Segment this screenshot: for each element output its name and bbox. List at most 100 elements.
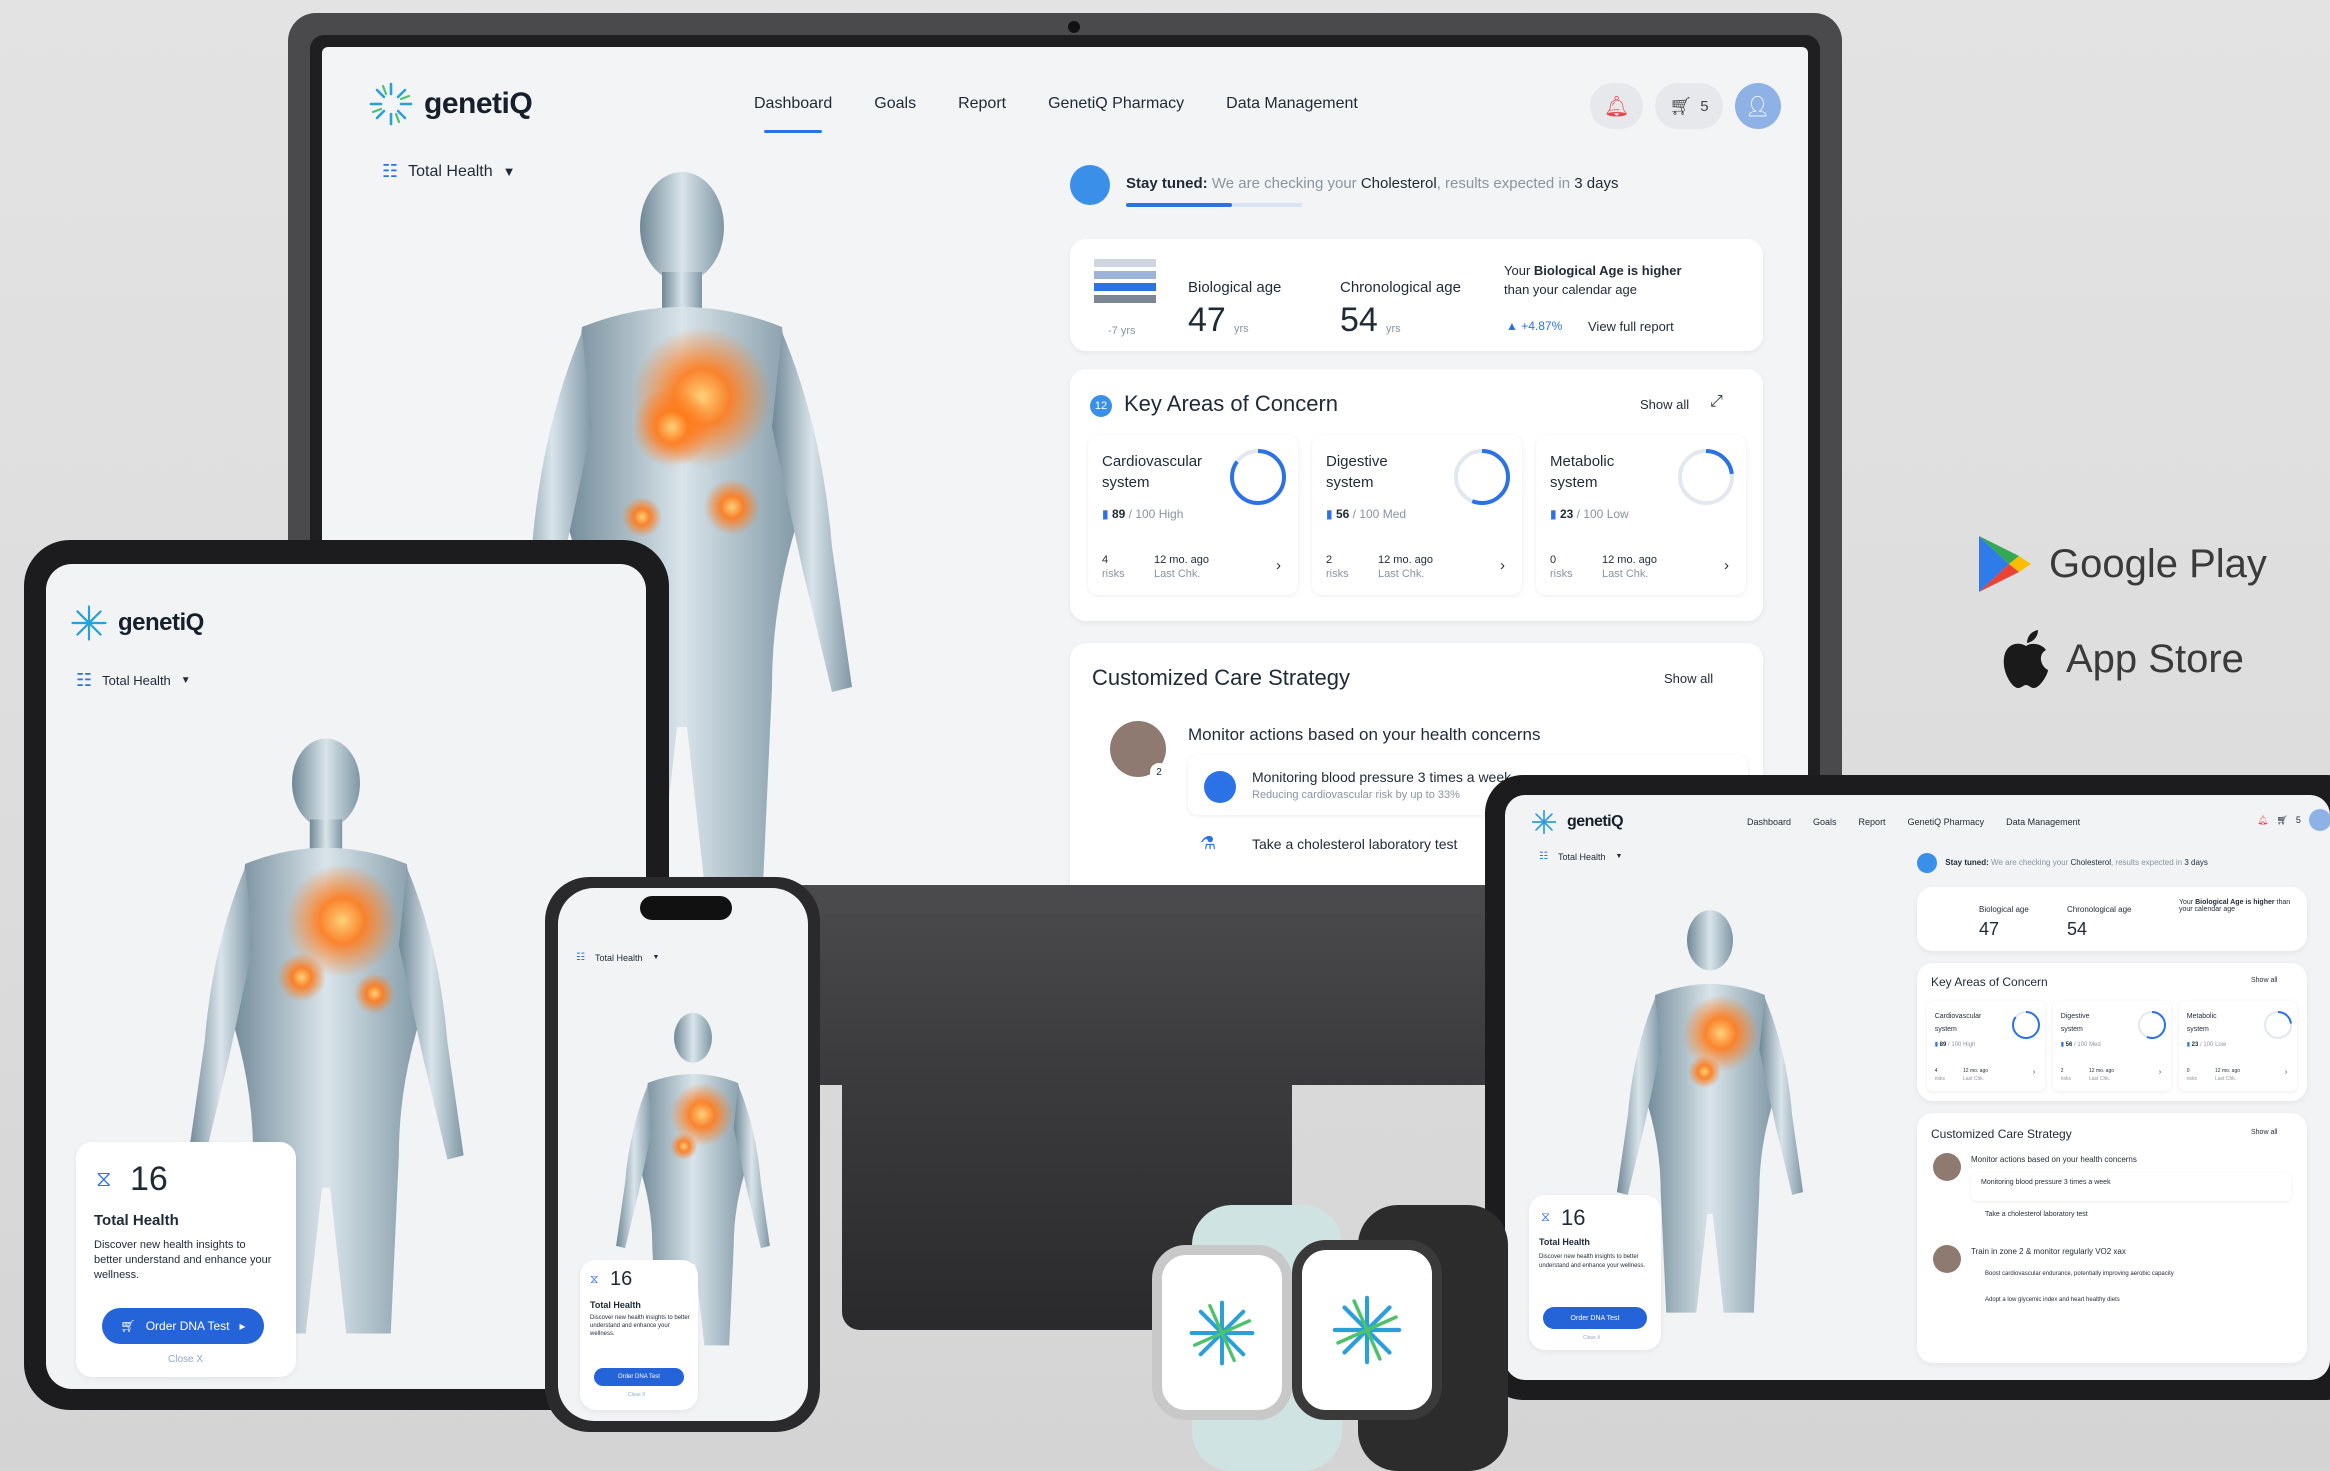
concern-card[interactable]: Cardiovascular system ▮ 89 / 100 High 4 … xyxy=(1927,1001,2045,1091)
concern-score-value: 23 xyxy=(2191,1042,2199,1048)
health-selector[interactable]: ☷ Total Health ▼ xyxy=(1539,851,1622,862)
concern-score-ring xyxy=(2264,1010,2292,1039)
status-title: Stay tuned: xyxy=(1126,175,1208,192)
app-logo[interactable]: genetiQ xyxy=(1531,809,1624,835)
app-logo[interactable]: genetiQ xyxy=(368,81,533,127)
concern-score: ▮ 89 / 100 High xyxy=(1102,507,1183,521)
concern-last-check-label: Last Chk. xyxy=(1602,568,1649,580)
nav-data-management[interactable]: Data Management xyxy=(1226,95,1358,113)
care-group-title-2: Train in zone 2 & monitor regularly VO2 … xyxy=(1971,1247,2126,1256)
chrono-age-value: 54 xyxy=(1340,301,1378,339)
status-icon xyxy=(1070,165,1110,205)
status-text-pre: We are checking your xyxy=(1211,175,1357,192)
care-action-2[interactable]: Take a cholesterol laboratory test xyxy=(1985,1211,2088,1218)
concern-score-ring xyxy=(2012,1010,2040,1039)
notifications-button[interactable]: 🔔︎ xyxy=(1590,83,1644,129)
cart-button[interactable]: 🛒︎ 5 xyxy=(1655,83,1723,129)
user-avatar-button[interactable]: 👤︎ xyxy=(1734,83,1781,129)
order-dna-button[interactable]: Order DNA Test xyxy=(1543,1307,1647,1329)
care-group-title: Monitor actions based on your health con… xyxy=(1971,1155,2137,1164)
status-text-mid: , results expected in xyxy=(1436,175,1571,192)
health-selector[interactable]: ☷ Total Health ▼ xyxy=(576,952,659,963)
concern-score-ring xyxy=(1230,449,1286,505)
dna-icon: ☷ xyxy=(1539,851,1548,862)
order-dna-button[interactable]: 🛒︎ Order DNA Test ▸ xyxy=(102,1308,264,1344)
promo-close[interactable]: Close X xyxy=(168,1354,203,1365)
concern-last-check: 12 mo. ago Last Chk. xyxy=(1378,553,1433,581)
health-selector-label: Total Health xyxy=(1557,851,1606,862)
concern-score-max: / 100 xyxy=(1948,1042,1962,1048)
nav-pharmacy[interactable]: GenetiQ Pharmacy xyxy=(1048,95,1184,113)
chevron-right-icon[interactable]: › xyxy=(1500,557,1505,574)
bio-age-label: Biological age xyxy=(1188,279,1282,296)
monitor-stand-top xyxy=(740,885,1500,1085)
signal-icon: ▮ xyxy=(1326,507,1333,521)
status-item: Cholesterol xyxy=(2070,858,2111,868)
nav-goals[interactable]: Goals xyxy=(874,95,916,113)
concern-card[interactable]: Cardiovascular system ▮ 89 / 100 High 4 … xyxy=(1088,435,1298,595)
care-show-all[interactable]: Show all xyxy=(1664,671,1713,686)
google-play-badge[interactable]: Google Play xyxy=(1975,532,2267,596)
signal-icon: ▮ xyxy=(2186,1042,2190,1048)
concern-risks-label: risks xyxy=(2060,1076,2071,1082)
chrono-age-value: 54 xyxy=(2067,919,2088,939)
chevron-right-icon[interactable]: › xyxy=(2285,1069,2287,1076)
care-action-2[interactable]: Take a cholesterol laboratory test xyxy=(1252,836,1457,852)
chevron-right-icon[interactable]: › xyxy=(1276,557,1281,574)
nav-report[interactable]: Report xyxy=(958,95,1006,113)
signal-icon: ▮ xyxy=(2060,1042,2064,1048)
concern-score: ▮ 56 / 100 Med xyxy=(1326,507,1406,521)
care-show-all[interactable]: Show all xyxy=(2251,1129,2277,1136)
concern-last-check: 12 mo. ago Last Chk. xyxy=(1154,553,1209,581)
concern-card[interactable]: Digestive system ▮ 56 / 100 Med 2 risks … xyxy=(2053,1001,2171,1091)
logo-text: genetiQ xyxy=(1567,813,1624,830)
bell-icon[interactable]: 🔔︎ xyxy=(2257,815,2268,826)
signal-icon: ▮ xyxy=(1934,1042,1938,1048)
concerns-show-all[interactable]: Show all xyxy=(2251,977,2277,984)
concern-last-check-label: Last Chk. xyxy=(1378,568,1425,580)
main-nav: Dashboard Goals Report GenetiQ Pharmacy … xyxy=(1747,817,2080,827)
concern-score-max: / 100 xyxy=(2074,1042,2088,1048)
chevron-right-icon[interactable]: › xyxy=(1724,557,1729,574)
status-title: Stay tuned: xyxy=(1945,858,1989,868)
status-days: 3 days xyxy=(2184,858,2208,868)
concern-risks-label: risks xyxy=(1326,568,1349,580)
care-action-card[interactable]: Monitoring blood pressure 3 times a week xyxy=(1971,1173,2291,1201)
concerns-show-all[interactable]: Show all xyxy=(1640,397,1689,412)
tablet-logo[interactable]: genetiQ xyxy=(70,604,204,642)
nav-report[interactable]: Report xyxy=(1859,817,1886,827)
concern-score: ▮ 23 / 100 Low xyxy=(1550,507,1629,521)
concern-level: Med xyxy=(2089,1042,2101,1048)
concern-card[interactable]: Metabolic system ▮ 23 / 100 Low 0 risks … xyxy=(2179,1001,2297,1091)
concern-name: Digestive system xyxy=(1326,451,1388,493)
concern-card[interactable]: Metabolic system ▮ 23 / 100 Low 0 risks … xyxy=(1536,435,1746,595)
concern-list: Cardiovascular system ▮ 89 / 100 High 4 … xyxy=(1088,435,1748,605)
nav-dashboard[interactable]: Dashboard xyxy=(1747,817,1791,827)
chevron-right-icon[interactable]: › xyxy=(2033,1069,2035,1076)
expand-icon[interactable]: ⤢ xyxy=(1710,393,1723,411)
promo-close[interactable]: Close X xyxy=(1583,1335,1601,1341)
nav-pharmacy[interactable]: GenetiQ Pharmacy xyxy=(1908,817,1985,827)
app-store-badge[interactable]: App Store xyxy=(2000,628,2244,690)
promo-card: ⧖ 16 Total Health Discover new health in… xyxy=(580,1260,698,1410)
concern-score: ▮ 56 / 100 Med xyxy=(2061,1041,2101,1048)
chevron-right-icon[interactable]: › xyxy=(2159,1069,2161,1076)
user-avatar-button[interactable] xyxy=(2308,809,2330,831)
nav-goals[interactable]: Goals xyxy=(1813,817,1837,827)
tablet-right-app: genetiQ Dashboard Goals Report GenetiQ P… xyxy=(1505,795,2330,1380)
cart-count: 5 xyxy=(2295,815,2301,825)
order-dna-button[interactable]: Order DNA Test xyxy=(594,1368,684,1386)
logo-text: genetiQ xyxy=(424,87,533,120)
cart-icon[interactable]: 🛒︎ xyxy=(2276,815,2287,826)
nav-dashboard[interactable]: Dashboard xyxy=(754,95,832,133)
care-action-3[interactable]: Boost cardiovascular endurance, potentia… xyxy=(1985,1271,2174,1277)
promo-card: ⧖ 16 Total Health Discover new health in… xyxy=(76,1142,296,1377)
nav-data-management[interactable]: Data Management xyxy=(2006,817,2080,827)
concern-card[interactable]: Digestive system ▮ 56 / 100 Med 2 risks … xyxy=(1312,435,1522,595)
view-full-report-link[interactable]: View full report xyxy=(1588,319,1674,334)
promo-close[interactable]: Close X xyxy=(628,1392,646,1398)
concern-last-check: 12 mo. ago Last Chk. xyxy=(2215,1067,2240,1083)
concern-name-line1: Digestive xyxy=(2060,1012,2090,1020)
care-action-4[interactable]: Adopt a low glycemic index and heart hea… xyxy=(1985,1297,2120,1303)
dna-icon: ⧖ xyxy=(590,1272,599,1286)
